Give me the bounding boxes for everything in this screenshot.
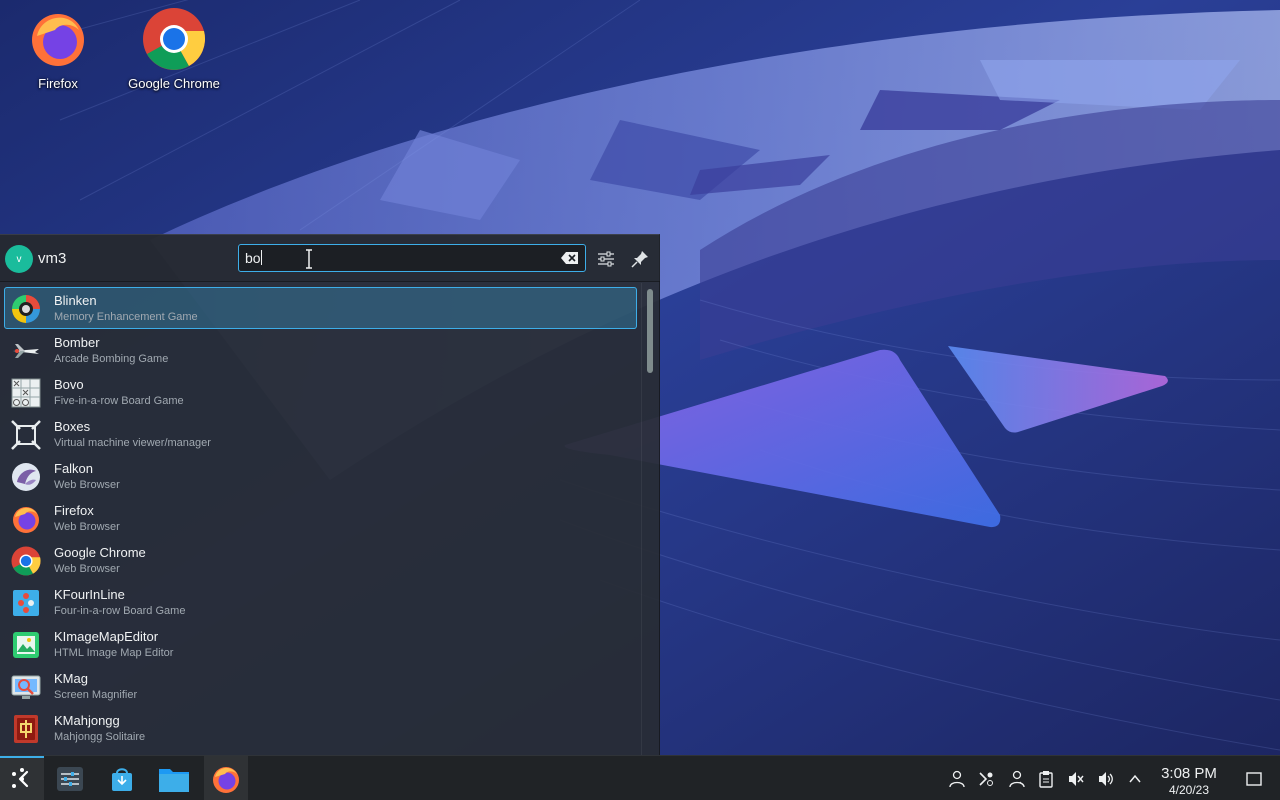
- app-name: KMahjongg: [54, 713, 120, 728]
- folder-icon: [159, 768, 189, 792]
- app-description: Web Browser: [54, 479, 120, 491]
- app-description: Arcade Bombing Game: [54, 353, 169, 365]
- discover-button[interactable]: [100, 756, 144, 800]
- audio-muted-icon[interactable]: [1065, 768, 1087, 790]
- blinken-icon: [10, 293, 42, 325]
- system-settings-button[interactable]: [48, 756, 92, 800]
- launcher-header: v vm3 bo: [0, 235, 660, 282]
- list-item[interactable]: Boxes Virtual machine viewer/manager: [4, 413, 637, 455]
- scrollbar-thumb[interactable]: [647, 289, 653, 373]
- kde-launcher-icon: [12, 767, 29, 788]
- file-manager-button[interactable]: [152, 756, 196, 800]
- desktop-icon-label: Google Chrome: [128, 76, 220, 91]
- chrome-icon: [10, 545, 42, 577]
- app-name: KImageMapEditor: [54, 629, 159, 644]
- app-name: Boxes: [54, 419, 91, 434]
- list-item[interactable]: KMahjongg Mahjongg Solitaire: [4, 707, 637, 749]
- pin-button[interactable]: [628, 247, 652, 271]
- clipboard-icon[interactable]: [1035, 768, 1057, 790]
- kmag-icon: [10, 671, 42, 703]
- kfourinline-icon: [10, 587, 42, 619]
- volume-icon[interactable]: [1095, 768, 1117, 790]
- list-item[interactable]: KMag Screen Magnifier: [4, 665, 637, 707]
- app-description: Four-in-a-row Board Game: [54, 605, 186, 617]
- list-item[interactable]: Falkon Web Browser: [4, 455, 637, 497]
- ibeam-cursor-icon: [306, 249, 312, 269]
- text-caret: [260, 250, 262, 265]
- show-desktop-icon: [1246, 772, 1262, 786]
- app-name: KFourInLine: [54, 587, 125, 602]
- list-item[interactable]: Bomber Arcade Bombing Game: [4, 329, 637, 371]
- app-description: HTML Image Map Editor: [54, 647, 174, 659]
- desktop-icon-firefox[interactable]: Firefox: [3, 6, 113, 91]
- app-name: Firefox: [54, 503, 94, 518]
- desktop-icon-label: Firefox: [38, 76, 78, 91]
- user-name: vm3: [38, 250, 67, 267]
- app-name: KMag: [54, 671, 88, 686]
- active-indicator: [0, 756, 44, 758]
- app-description: Five-in-a-row Board Game: [54, 395, 184, 407]
- list-item[interactable]: KFourInLine Four-in-a-row Board Game: [4, 581, 637, 623]
- user-switcher-icon[interactable]: [946, 768, 968, 790]
- taskbar-firefox-button[interactable]: [204, 756, 248, 800]
- user-avatar[interactable]: v: [5, 245, 33, 273]
- accounts-icon[interactable]: [1006, 768, 1028, 790]
- chrome-icon: [141, 6, 207, 72]
- firefox-icon: [213, 766, 239, 793]
- list-item[interactable]: Bovo Five-in-a-row Board Game: [4, 371, 637, 413]
- kimagemapeditor-icon: [10, 629, 42, 661]
- boxes-icon: [10, 419, 42, 451]
- configure-button[interactable]: [594, 247, 618, 271]
- kde-connect-icon[interactable]: [975, 768, 997, 790]
- list-item[interactable]: Google Chrome Web Browser: [4, 539, 637, 581]
- store-bag-icon: [112, 767, 132, 791]
- clock-date[interactable]: 4/20/23: [1152, 783, 1226, 797]
- app-description: Mahjongg Solitaire: [54, 731, 146, 743]
- settings-sliders-icon: [57, 766, 83, 791]
- chevron-up-icon[interactable]: [1124, 768, 1146, 790]
- app-description: Web Browser: [54, 563, 120, 575]
- app-description: Web Browser: [54, 521, 120, 533]
- search-query: bo: [245, 250, 261, 266]
- clock-time[interactable]: 3:08 PM: [1152, 765, 1226, 782]
- application-launcher-button[interactable]: [0, 756, 44, 800]
- list-item[interactable]: KImageMapEditor HTML Image Map Editor: [4, 623, 637, 665]
- show-desktop-button[interactable]: [1243, 768, 1265, 790]
- firefox-icon: [10, 503, 42, 535]
- app-description: Memory Enhancement Game: [54, 311, 198, 323]
- desktop-icon-google-chrome[interactable]: Google Chrome: [119, 6, 229, 91]
- falkon-icon: [10, 461, 42, 493]
- app-name: Falkon: [54, 461, 94, 476]
- app-description: Virtual machine viewer/manager: [54, 437, 211, 449]
- app-name: Blinken: [54, 293, 97, 308]
- kmahjongg-icon: [10, 713, 42, 745]
- app-name: Google Chrome: [54, 545, 146, 560]
- sliders-icon: [598, 251, 614, 267]
- app-name: Bomber: [54, 335, 100, 350]
- clear-search-icon[interactable]: [561, 251, 579, 265]
- list-item[interactable]: Firefox Web Browser: [4, 497, 637, 539]
- search-results-list: Blinken Memory Enhancement Game Bomber A…: [0, 287, 640, 749]
- app-name: Bovo: [54, 377, 84, 392]
- taskbar: 3:08 PM 4/20/23: [0, 755, 1280, 800]
- application-launcher: v vm3 bo Blinken Memory Enhancement Game…: [0, 234, 660, 756]
- bomber-icon: [10, 335, 42, 367]
- app-description: Screen Magnifier: [54, 689, 138, 701]
- firefox-icon: [25, 6, 91, 72]
- search-input[interactable]: bo: [238, 244, 586, 272]
- pin-icon: [631, 251, 648, 268]
- bovo-icon: [10, 377, 42, 409]
- results-scrollbar[interactable]: [641, 283, 659, 756]
- list-item[interactable]: Blinken Memory Enhancement Game: [4, 287, 637, 329]
